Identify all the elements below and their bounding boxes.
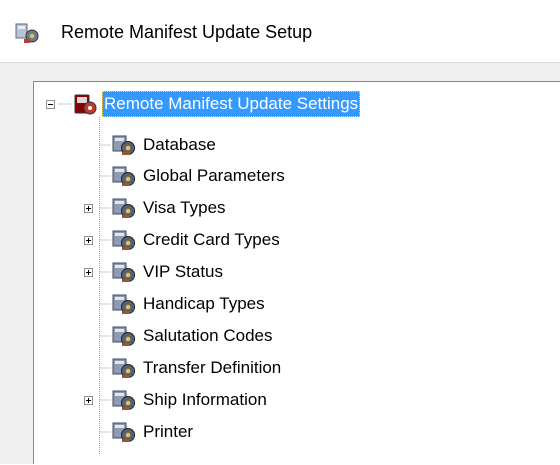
- root-collapse-toggle[interactable]: [46, 100, 55, 109]
- tree-item-label: Printer: [143, 422, 194, 441]
- tree-item-label: Credit Card Types: [143, 230, 280, 249]
- tree-item-label: Database: [143, 135, 216, 154]
- settings-gear-icon: [112, 230, 135, 250]
- settings-gear-icon: [112, 135, 135, 155]
- visa-types-expand-toggle[interactable]: [84, 204, 93, 213]
- tree-item-label: Handicap Types: [143, 294, 265, 313]
- frame-divider: [0, 62, 560, 63]
- ship-information-expand-toggle[interactable]: [84, 396, 93, 405]
- tree-item-label: Salutation Codes: [143, 326, 273, 345]
- tree-item-label: Visa Types: [143, 198, 226, 217]
- settings-gear-icon: [112, 198, 135, 218]
- tree-item-label: Global Parameters: [143, 166, 285, 185]
- vip-status-expand-toggle[interactable]: [84, 268, 93, 277]
- title-bar: Remote Manifest Update Setup: [0, 0, 560, 62]
- settings-gear-icon: [112, 326, 135, 346]
- window-frame: Remote Manifest Update Settings Database…: [0, 62, 560, 464]
- app-settings-icon: [15, 23, 39, 43]
- settings-gear-icon: [112, 358, 135, 378]
- settings-gear-icon: [112, 166, 135, 186]
- tree-item-label: Ship Information: [143, 390, 267, 409]
- window-title: Remote Manifest Update Setup: [61, 22, 313, 42]
- settings-gear-icon: [112, 390, 135, 410]
- credit-card-types-expand-toggle[interactable]: [84, 236, 93, 245]
- tree-root-label: Remote Manifest Update Settings: [102, 91, 361, 117]
- settings-gear-icon: [112, 422, 135, 442]
- settings-tree[interactable]: Remote Manifest Update Settings Database…: [33, 81, 560, 464]
- tree-item-label: Transfer Definition: [143, 358, 282, 377]
- settings-gear-icon: [112, 262, 135, 282]
- settings-gear-icon: [112, 294, 135, 314]
- remote-settings-icon: [74, 94, 97, 115]
- tree-item-label: VIP Status: [143, 262, 224, 281]
